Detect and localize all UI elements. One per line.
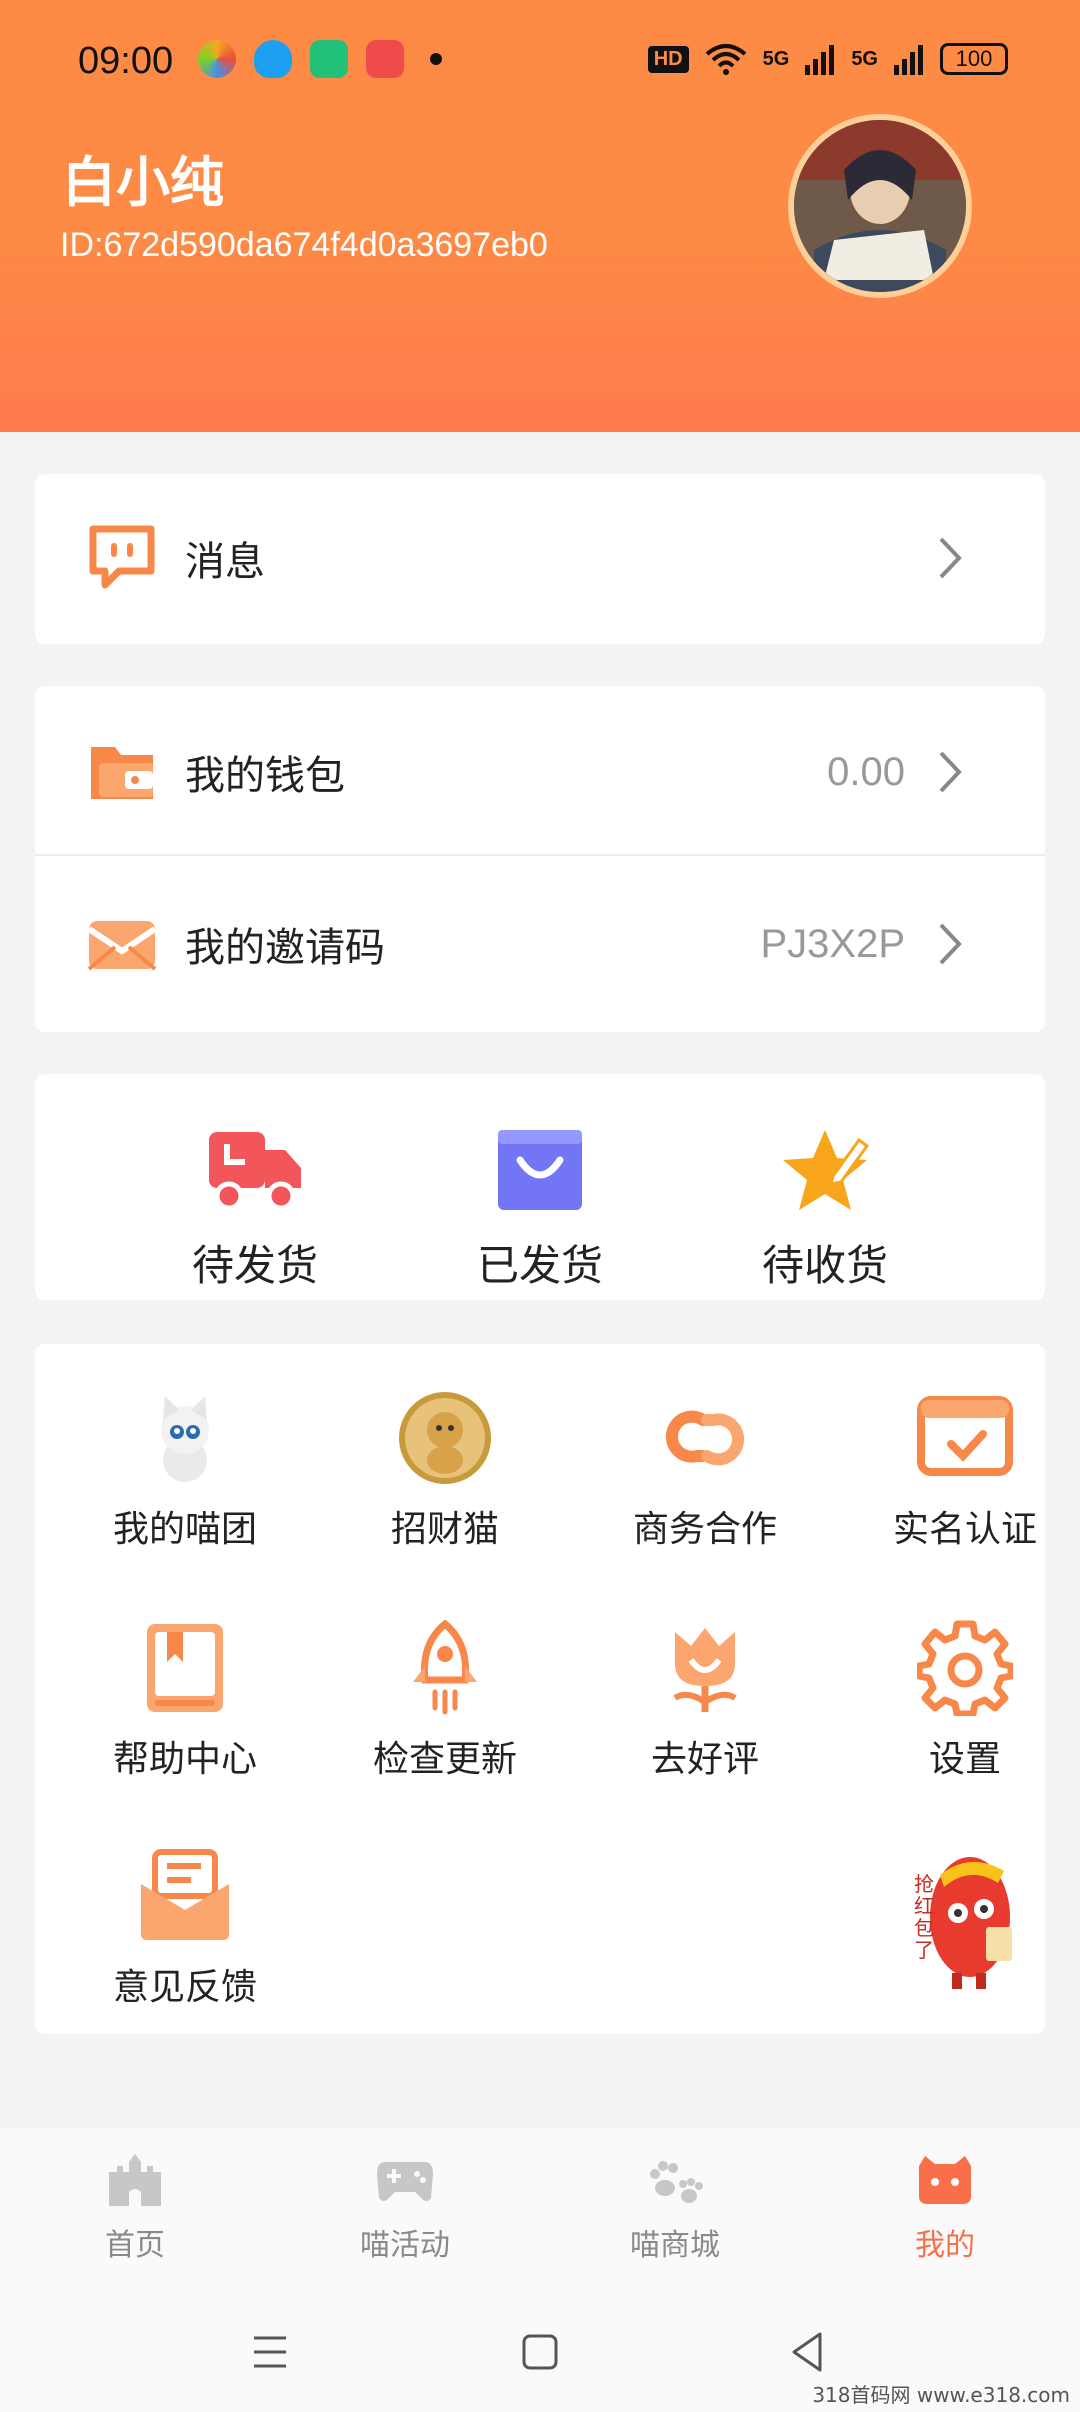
wallet-balance: 0.00 — [827, 749, 905, 794]
chevron-right-icon — [939, 537, 962, 579]
invite-code-row[interactable]: 我的邀请码 PJ3X2P — [35, 860, 1045, 1028]
tool-label: 检查更新 — [372, 1739, 517, 1780]
status-bar: 09:00 HD 5G 5G 100 — [0, 30, 1080, 94]
tab-label: 首页 — [105, 2228, 165, 2263]
tab-label: 我的 — [915, 2228, 975, 2263]
tool-label: 商务合作 — [632, 1509, 777, 1550]
signal-icon-2 — [894, 45, 923, 75]
cat-face-icon — [919, 2156, 971, 2204]
shopping-bag-icon — [498, 1130, 582, 1210]
tab-mine[interactable]: 我的 — [845, 2152, 1045, 2272]
tool-settings[interactable]: 设置 — [850, 1620, 1080, 1820]
back-triangle-icon[interactable] — [778, 2322, 838, 2382]
shopping-app-icon — [366, 40, 404, 78]
tools-card: 我的喵团 招财猫 商务合作 实名认证 帮助中心 检查更新 去好评 设置 意见反馈 — [35, 1344, 1045, 2034]
network-5g-2: 5G — [851, 47, 878, 70]
order-pending-receipt[interactable]: 待收货 — [715, 1074, 935, 1299]
link-icon — [665, 1410, 745, 1466]
divider — [35, 854, 1045, 856]
messages-card: 消息 — [35, 474, 1045, 644]
castle-icon — [109, 2154, 161, 2206]
order-label: 已发货 — [476, 1241, 603, 1290]
feedback-envelope-icon — [141, 1849, 229, 1940]
tab-label: 喵活动 — [360, 2228, 450, 2263]
network-5g-1: 5G — [762, 47, 790, 70]
tab-activities[interactable]: 喵活动 — [305, 2152, 505, 2272]
tool-lucky-cat[interactable]: 招财猫 — [330, 1390, 560, 1590]
tab-label: 喵商城 — [630, 2228, 720, 2263]
battery-app-icon — [310, 40, 348, 78]
verify-card-icon — [917, 1396, 1013, 1476]
menu-icon[interactable] — [240, 2322, 300, 2382]
tool-label: 帮助中心 — [112, 1739, 257, 1780]
notification-icons — [198, 40, 442, 78]
wallet-card: 我的钱包 0.00 我的邀请码 PJ3X2P — [35, 686, 1045, 1032]
tool-my-cat-group[interactable]: 我的喵团 — [70, 1390, 300, 1590]
wallet-icon — [91, 747, 153, 799]
tool-check-update[interactable]: 检查更新 — [330, 1620, 560, 1820]
home-square-icon[interactable] — [510, 2322, 570, 2382]
rocket-icon — [413, 1620, 477, 1715]
avatar-image — [794, 120, 966, 292]
red-packet-text: 抢红包了 — [914, 1872, 934, 1962]
gear-icon — [917, 1620, 1013, 1716]
tool-label: 去好评 — [650, 1739, 759, 1780]
red-packet-float-button[interactable]: 抢红包了 — [900, 1835, 1030, 1995]
wifi-icon — [705, 44, 746, 75]
colorwheel-app-icon — [198, 40, 236, 78]
message-bubble-icon — [89, 525, 155, 589]
wallet-row[interactable]: 我的钱包 0.00 — [35, 688, 1045, 856]
system-navigation-bar: 318首码网 www.e318.com — [0, 2294, 1080, 2412]
order-label: 待收货 — [761, 1241, 888, 1290]
tool-help-center[interactable]: 帮助中心 — [70, 1620, 300, 1820]
tulip-icon — [673, 1628, 737, 1712]
messages-row[interactable]: 消息 — [35, 474, 1045, 642]
chevron-right-icon — [939, 751, 962, 793]
tool-label: 意见反馈 — [112, 1967, 257, 2008]
tool-real-name-verification[interactable]: 实名认证 — [850, 1390, 1080, 1590]
watermark: 318首码网 www.e318.com — [812, 2383, 1070, 2407]
wallet-label: 我的钱包 — [185, 753, 345, 799]
hd-indicator: HD — [647, 45, 689, 73]
invite-code-label: 我的邀请码 — [185, 925, 385, 971]
gamepad-icon — [377, 2162, 433, 2201]
delivery-truck-icon — [209, 1132, 301, 1211]
status-right: HD 5G 5G 100 — [647, 42, 1008, 76]
tool-give-review[interactable]: 去好评 — [590, 1620, 820, 1820]
signal-icon — [805, 45, 835, 75]
username: 白小纯 — [62, 151, 224, 214]
battery-indicator: 100 — [940, 43, 1008, 75]
more-notifications-dot — [430, 53, 442, 65]
lucky-cat-icon — [399, 1392, 491, 1484]
cat-icon — [161, 1396, 209, 1482]
status-time: 09:00 — [78, 40, 174, 82]
bottom-tab-bar: 首页 喵活动 喵商城 我的 — [0, 2128, 1080, 2294]
tab-mall[interactable]: 喵商城 — [575, 2152, 775, 2272]
orders-card: 待发货 已发货 待收货 — [35, 1074, 1045, 1300]
order-label: 待发货 — [191, 1241, 318, 1290]
book-icon — [147, 1624, 223, 1712]
envelope-icon — [87, 921, 157, 971]
tool-label: 我的喵团 — [112, 1509, 257, 1550]
paw-icon — [650, 2161, 703, 2203]
avatar[interactable] — [788, 114, 972, 298]
tool-label: 实名认证 — [892, 1509, 1037, 1550]
qq-app-icon — [254, 40, 292, 78]
tool-business-cooperation[interactable]: 商务合作 — [590, 1390, 820, 1590]
tab-home[interactable]: 首页 — [35, 2152, 235, 2272]
user-id[interactable]: ID:672d590da674f4d0a3697eb0 — [60, 226, 548, 265]
messages-label: 消息 — [185, 539, 265, 585]
order-shipped[interactable]: 已发货 — [430, 1074, 650, 1299]
star-pen-icon — [783, 1130, 870, 1210]
invite-code-value[interactable]: PJ3X2P — [760, 922, 905, 967]
profile-header: 09:00 HD 5G 5G 100 白小纯 ID:672d590da674f4… — [0, 0, 1080, 432]
tool-label: 设置 — [928, 1739, 1001, 1780]
tool-feedback[interactable]: 意见反馈 — [70, 1848, 300, 2048]
order-pending-shipment[interactable]: 待发货 — [145, 1074, 365, 1299]
tool-label: 招财猫 — [390, 1509, 499, 1550]
chevron-right-icon — [939, 923, 962, 965]
